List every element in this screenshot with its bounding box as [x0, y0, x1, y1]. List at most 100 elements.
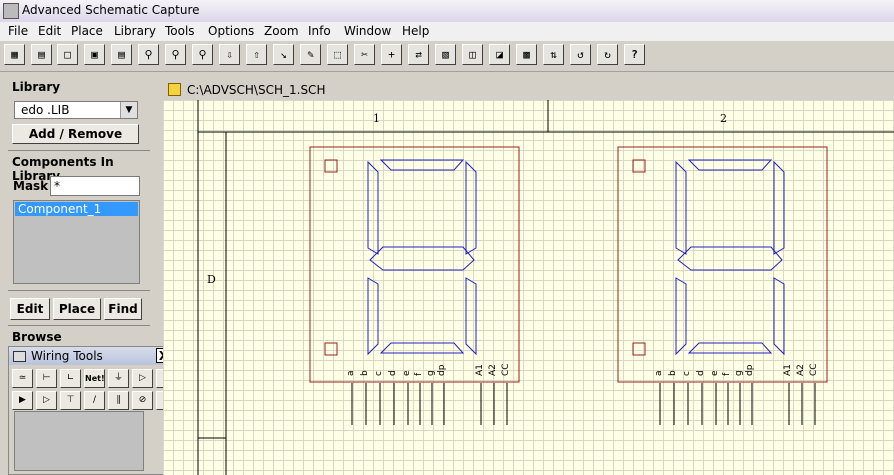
segment-d — [379, 342, 465, 354]
zoom-in-icon[interactable]: ⚲ — [138, 44, 159, 65]
multi-wire-icon[interactable]: ∥ — [108, 391, 129, 410]
schematic-canvas[interactable]: 1 2 D a b c d e f g dp A1 A2 CC a b c d … — [163, 100, 894, 475]
ground-icon[interactable]: ⏚ — [108, 369, 129, 388]
pin-labels: a b c d e f g dp A1 A2 CC — [346, 363, 511, 376]
chip-icon[interactable]: ▩ — [516, 44, 537, 65]
pin-label: e — [710, 370, 720, 376]
pin-label: d — [696, 370, 706, 376]
menu-zoom[interactable]: Zoom — [264, 24, 299, 38]
wiring-tools-titlebar[interactable]: Wiring Tools X — [9, 347, 174, 365]
bus-icon[interactable]: ∟ — [60, 369, 81, 388]
app-icon — [3, 3, 19, 19]
segment-g — [369, 246, 475, 271]
save-icon[interactable]: ▣ — [84, 44, 105, 65]
mask-label: Mask — [13, 179, 49, 193]
add-remove-button[interactable]: Add / Remove — [12, 124, 139, 144]
menu-help[interactable]: Help — [402, 24, 429, 38]
browse-title: Browse — [12, 330, 62, 344]
open-library-icon[interactable]: ▤ — [31, 44, 52, 65]
wire-tool-icon[interactable]: ≃ — [12, 369, 33, 388]
wire-icon[interactable]: ↘ — [273, 44, 294, 65]
component-icon[interactable]: ▧ — [435, 44, 456, 65]
undo-icon[interactable]: ↺ — [570, 44, 591, 65]
component-body — [617, 146, 828, 383]
browse-list[interactable] — [14, 411, 144, 471]
net-label-icon[interactable]: Net! — [84, 369, 105, 388]
pin-label: d — [388, 370, 398, 376]
document-path: C:\ADVSCH\SCH_1.SCH — [187, 83, 326, 97]
segment-c — [465, 277, 477, 356]
window-title: Advanced Schematic Capture — [22, 3, 200, 17]
schematic-document-icon — [168, 83, 181, 96]
list-item[interactable]: Component_1 — [15, 202, 138, 216]
pin-label: b — [360, 370, 370, 376]
edit-button[interactable]: Edit — [10, 298, 50, 320]
window-icon — [13, 351, 26, 362]
sheet-column-label: 1 — [373, 112, 380, 125]
arrow-down-icon[interactable]: ⇩ — [219, 44, 240, 65]
pin-label: g — [426, 370, 436, 376]
menu-options[interactable]: Options — [208, 24, 254, 38]
segment-e — [675, 277, 687, 356]
junction-icon[interactable]: ▶ — [12, 391, 33, 410]
find-button[interactable]: Find — [104, 298, 142, 320]
seven-segment-display[interactable]: a b c d e f g dp A1 A2 CC — [617, 146, 828, 425]
new-icon[interactable]: ▦ — [4, 44, 25, 65]
menu-window[interactable]: Window — [344, 24, 391, 38]
document-tab[interactable]: C:\ADVSCH\SCH_1.SCH — [163, 79, 894, 100]
zoom-fit-icon[interactable]: ⚲ — [192, 44, 213, 65]
port-icon[interactable]: ▷ — [132, 369, 153, 388]
pin-label: g — [734, 370, 744, 376]
pin-label: c — [374, 371, 384, 376]
menu-tools[interactable]: Tools — [165, 24, 195, 38]
no-connect-icon[interactable]: ⊤ — [60, 391, 81, 410]
pin-label: dp — [745, 364, 755, 376]
cut-icon[interactable]: ✂ — [354, 44, 375, 65]
pin-label: A2 — [796, 364, 806, 376]
chevron-down-icon[interactable]: ▼ — [120, 102, 137, 118]
shield-icon[interactable]: ◫ — [462, 44, 483, 65]
menu-edit[interactable]: Edit — [38, 24, 61, 38]
title-bar: Advanced Schematic Capture — [0, 0, 894, 22]
sheet-row-label: D — [207, 273, 216, 286]
select-box-icon[interactable]: ⬚ — [327, 44, 348, 65]
power-port-icon[interactable]: ▷ — [36, 391, 57, 410]
component-body — [309, 146, 520, 383]
segment-g — [677, 246, 783, 271]
pencil-icon[interactable]: ✎ — [300, 44, 321, 65]
pin-label: a — [346, 370, 356, 376]
open-icon[interactable]: □ — [57, 44, 78, 65]
segment-a — [687, 159, 773, 171]
pin-marker — [324, 159, 338, 173]
pin-lines — [659, 383, 816, 425]
component-list[interactable]: Component_1 — [13, 200, 140, 284]
pin-label: c — [682, 371, 692, 376]
menu-file[interactable]: File — [8, 24, 28, 38]
help-icon[interactable]: ? — [624, 44, 645, 65]
align-icon[interactable]: ⇄ — [408, 44, 429, 65]
pin-label: CC — [809, 363, 819, 376]
divider — [8, 290, 150, 291]
line-icon[interactable]: ∕ — [84, 391, 105, 410]
print-icon[interactable]: ▤ — [111, 44, 132, 65]
move-icon[interactable]: ⇅ — [543, 44, 564, 65]
cross-icon[interactable]: + — [381, 44, 402, 65]
menu-place[interactable]: Place — [71, 24, 103, 38]
divider — [8, 325, 150, 326]
zoom-out-icon[interactable]: ⚲ — [165, 44, 186, 65]
shield-flag-icon[interactable]: ◪ — [489, 44, 510, 65]
bus-entry-icon[interactable]: ⊢ — [36, 369, 57, 388]
menu-info[interactable]: Info — [308, 24, 331, 38]
library-select[interactable]: edo .LIB ▼ — [14, 101, 138, 119]
place-button[interactable]: Place — [53, 298, 101, 320]
no-erc-icon[interactable]: ⊘ — [132, 391, 153, 410]
pin-label: e — [402, 370, 412, 376]
schematic-sheet[interactable]: 1 2 D a b c d e f g dp A1 A2 CC a b c d … — [163, 100, 894, 475]
pin-label: a — [654, 370, 664, 376]
mask-input[interactable]: * — [50, 176, 140, 196]
menu-library[interactable]: Library — [114, 24, 156, 38]
seven-segment-display[interactable]: a b c d e f g dp A1 A2 CC — [309, 146, 520, 425]
arrow-up-icon[interactable]: ⇧ — [246, 44, 267, 65]
pin-marker — [632, 342, 646, 356]
redo-icon[interactable]: ↻ — [597, 44, 618, 65]
